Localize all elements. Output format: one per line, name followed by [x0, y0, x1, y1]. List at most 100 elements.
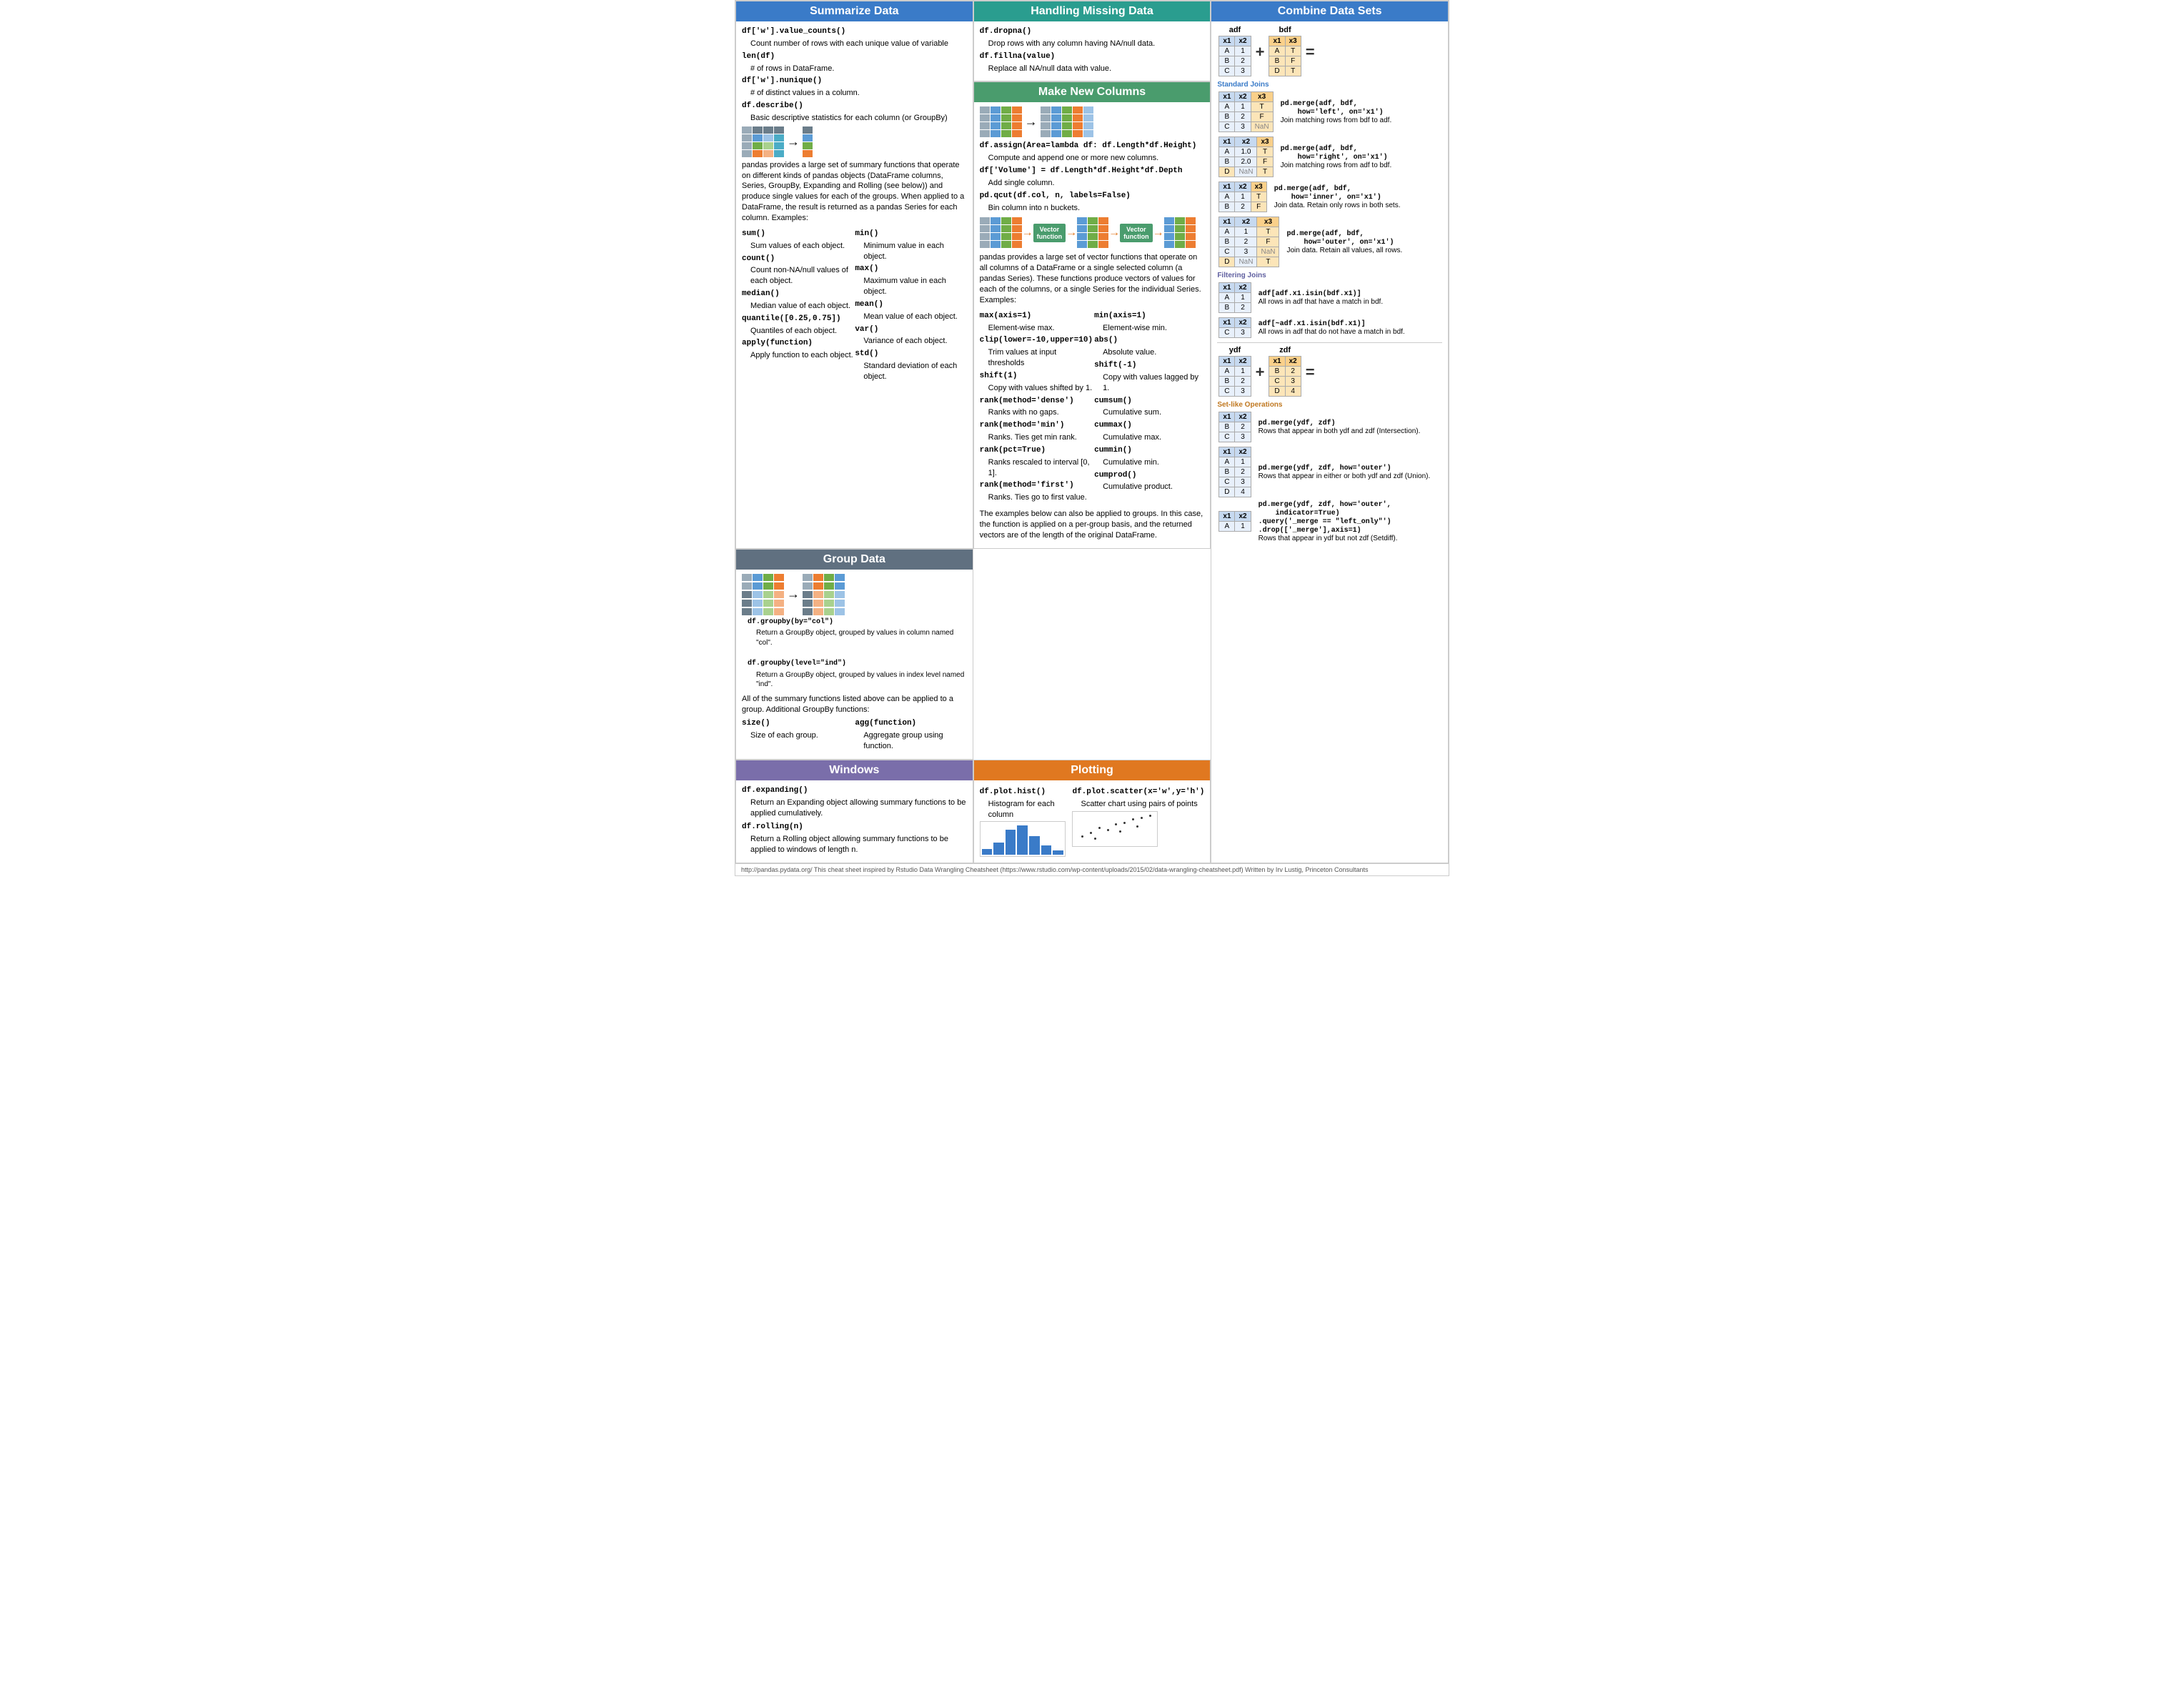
- desc-apply: Apply function to each object.: [742, 350, 853, 361]
- scatter-visual: [1072, 811, 1158, 847]
- standard-joins-title: Standard Joins: [1217, 81, 1442, 89]
- adf-r3c1: C: [1219, 66, 1235, 76]
- code-maxaxis: max(axis=1): [980, 312, 1032, 320]
- inner-join-row: x1x2x3 A1T B2F pd.merge(adf, bdf, how='i…: [1217, 180, 1442, 214]
- vector-functions-left: max(axis=1) Element-wise max. clip(lower…: [980, 309, 1093, 505]
- desc-rank-first: Ranks. Ties go to first value.: [980, 492, 1093, 503]
- filter-join-1-table: x1x2 A1 B2: [1218, 282, 1251, 313]
- desc-cumsum: Cumulative sum.: [1094, 407, 1204, 418]
- right-join-table: x1x2x3 A1.0T B2.0F DNaNT: [1218, 136, 1273, 177]
- outer-join-row: x1x2x3 A1T B2F C3NaN DNaNT pd.merge(adf,…: [1217, 215, 1442, 269]
- adf-r1c2: 1: [1235, 46, 1251, 56]
- outer-join-desc: pd.merge(adf, bdf, how='outer', on='x1')…: [1286, 229, 1402, 254]
- zdf-table: x1x2 B2 C3 D4: [1269, 356, 1301, 397]
- groupdata-section: Group Data →: [735, 549, 973, 760]
- code-len: len(df): [742, 52, 775, 61]
- summarize-visual: →: [742, 126, 967, 157]
- set-ops-title: Set-like Operations: [1217, 401, 1442, 409]
- desc-agg: Aggregate group using function.: [855, 730, 966, 752]
- code-mean: mean(): [855, 300, 883, 309]
- windows-title: Windows: [736, 760, 973, 780]
- scatter-dot-10: [1119, 830, 1121, 833]
- desc-mean: Mean value of each object.: [855, 312, 966, 322]
- code-assign: df.assign(Area=lambda df: df.Length*df.H…: [980, 142, 1197, 150]
- filter-join-2-table: x1x2 C3: [1218, 317, 1251, 338]
- set-op-2-desc: pd.merge(ydf, zdf, how='outer') Rows tha…: [1259, 464, 1431, 480]
- desc-size: Size of each group.: [742, 730, 853, 741]
- bdf-label-container: bdf x1x3 AT BF DT: [1267, 26, 1302, 78]
- adf-label: adf: [1217, 26, 1252, 34]
- windows-section: Windows df.expanding() Return an Expandi…: [735, 760, 973, 864]
- desc-hist: Histogram for each column: [980, 799, 1071, 820]
- plotting-scatter: df.plot.scatter(x='w',y='h') Scatter cha…: [1072, 785, 1204, 858]
- equals-icon: =: [1306, 43, 1315, 61]
- code-var: var(): [855, 325, 878, 334]
- vf-arrow-3: →: [1108, 227, 1120, 239]
- missing-section: Handling Missing Data df.dropna() Drop r…: [973, 1, 1211, 81]
- desc-sum: Sum values of each object.: [742, 241, 853, 252]
- desc-value-counts: Count number of rows with each unique va…: [742, 39, 967, 49]
- groupdata-agg: agg(function) Aggregate group using func…: [855, 716, 966, 753]
- groupdata-note: All of the summary functions listed abov…: [742, 694, 967, 715]
- code-clip: clip(lower=-10,upper=10): [980, 336, 1093, 344]
- desc-describe: Basic descriptive statistics for each co…: [742, 113, 967, 124]
- desc-std: Standard deviation of each object.: [855, 361, 966, 382]
- code-groupby-ind: df.groupby(level="ind"): [748, 660, 846, 667]
- summarize-section: Summarize Data df['w'].value_counts() Co…: [735, 1, 973, 549]
- code-cummax: cummax(): [1094, 421, 1132, 430]
- code-rank-pct: rank(pct=True): [980, 446, 1046, 455]
- hist-bar-5: [1029, 836, 1040, 855]
- inner-join-table: x1x2x3 A1T B2F: [1218, 182, 1266, 212]
- scatter-dot-3: [1098, 827, 1101, 829]
- bdf-r2c2: F: [1285, 56, 1301, 66]
- bdf-r1c1: A: [1269, 46, 1285, 56]
- desc-scatter: Scatter chart using pairs of points: [1072, 799, 1204, 810]
- desc-min: Minimum value in each object.: [855, 241, 966, 262]
- code-rank-first: rank(method='first'): [980, 481, 1074, 490]
- set-op-1-desc: pd.merge(ydf, zdf) Rows that appear in b…: [1259, 419, 1421, 435]
- set-op-3-row: x1x2 A1 pd.merge(ydf, zdf, how='outer', …: [1217, 500, 1442, 542]
- adf-table: x1x2 A1 B2 C3: [1218, 36, 1251, 76]
- outer-join-table: x1x2x3 A1T B2F C3NaN DNaNT: [1218, 217, 1279, 267]
- filter-join-2-desc: adf[~adf.x1.isin(bdf.x1)] All rows in ad…: [1259, 319, 1405, 336]
- desc-rank-min: Ranks. Ties get min rank.: [980, 432, 1093, 443]
- inner-join-desc: pd.merge(adf, bdf, how='inner', on='x1')…: [1274, 184, 1401, 209]
- bdf-r3c1: D: [1269, 66, 1285, 76]
- desc-volume: Add single column.: [980, 178, 1205, 189]
- adf-r1c1: A: [1219, 46, 1235, 56]
- desc-len: # of rows in DataFrame.: [742, 64, 967, 74]
- code-agg: agg(function): [855, 719, 916, 728]
- equals-icon-2: =: [1306, 363, 1315, 382]
- vector-functions-right: min(axis=1) Element-wise min. abs() Abso…: [1094, 309, 1204, 505]
- scatter-dot-5: [1115, 823, 1117, 825]
- code-describe: df.describe(): [742, 101, 803, 110]
- set-op-2-table: x1x2 A1 B2 C3 D4: [1218, 447, 1251, 497]
- footer: http://pandas.pydata.org/ This cheat she…: [735, 863, 1449, 875]
- desc-shift-1: Copy with values lagged by 1.: [1094, 372, 1204, 394]
- desc-clip: Trim values at input thresholds: [980, 347, 1093, 369]
- groupdata-visual: → df.groupby(by="col"): [742, 574, 967, 691]
- summarize-title: Summarize Data: [736, 1, 973, 21]
- hist-bar-6: [1041, 845, 1052, 855]
- bdf-h1: x1: [1269, 36, 1285, 46]
- desc-qcut: Bin column into n buckets.: [980, 203, 1205, 214]
- scatter-dot-9: [1094, 838, 1096, 840]
- code-cumsum: cumsum(): [1094, 397, 1132, 405]
- adf-h2: x2: [1235, 36, 1251, 46]
- desc-shift1: Copy with values shifted by 1.: [980, 383, 1093, 394]
- summarize-functions-right: min() Minimum value in each object. max(…: [855, 227, 966, 384]
- desc-nunique: # of distinct values in a column.: [742, 88, 967, 99]
- set-op-1-table: x1x2 B2 C3: [1218, 412, 1251, 442]
- set-op-3-table: x1x2 A1: [1218, 511, 1251, 532]
- group-note: The examples below can also be applied t…: [980, 509, 1205, 541]
- vector-paragraph: pandas provides a large set of vector fu…: [980, 252, 1205, 305]
- adf-r2c2: 2: [1235, 56, 1251, 66]
- code-qcut: pd.qcut(df.col, n, labels=False): [980, 192, 1131, 200]
- desc-count: Count non-NA/null values of each object.: [742, 265, 853, 287]
- footer-text: http://pandas.pydata.org/ This cheat she…: [741, 866, 1369, 873]
- groupdata-arrow: →: [787, 587, 800, 602]
- adf-h1: x1: [1219, 36, 1235, 46]
- set-op-1-row: x1x2 B2 C3 pd.merge(ydf, zdf) Rows that …: [1217, 410, 1442, 444]
- combine-top-visual: adf x1x2 A1 B2 C3 + bdf x1x3 AT BF DT =: [1217, 26, 1442, 78]
- groupdata-descriptions: df.groupby(by="col") Return a GroupBy ob…: [748, 615, 967, 691]
